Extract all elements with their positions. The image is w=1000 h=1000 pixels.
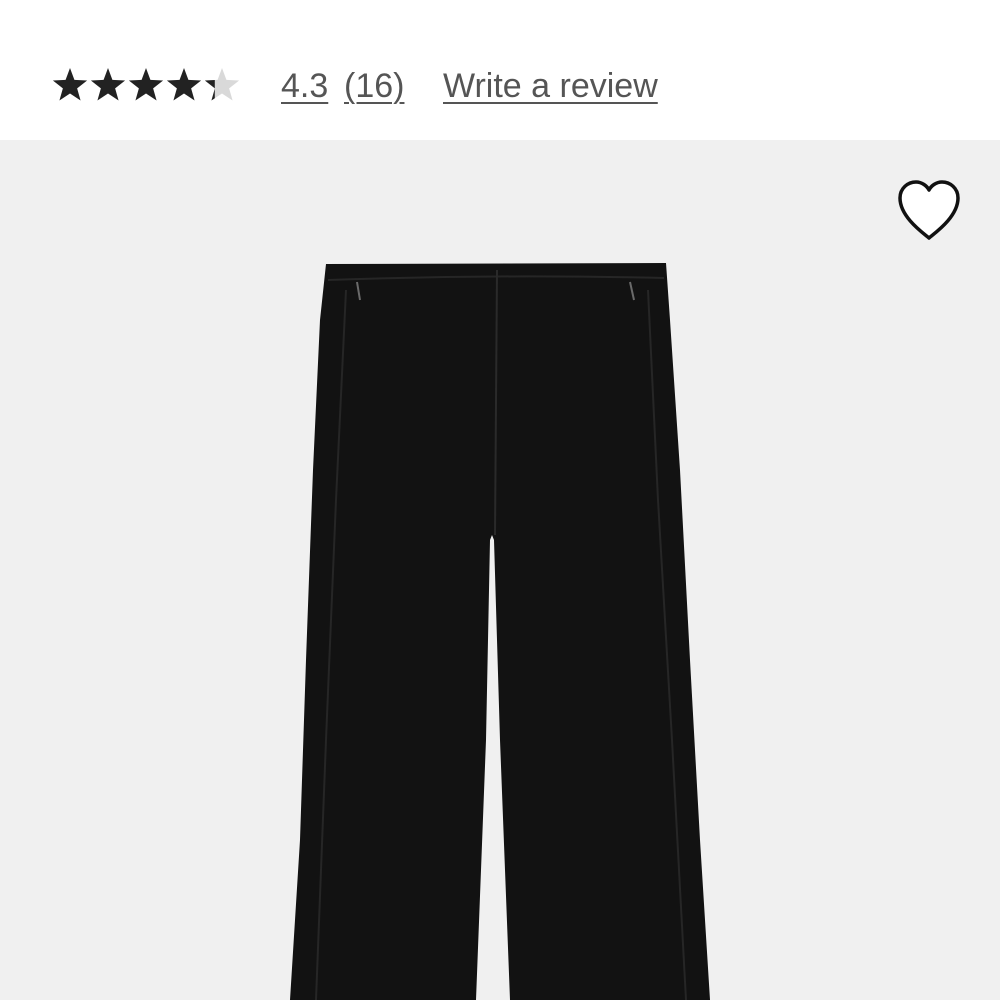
heart-icon (898, 180, 960, 240)
review-count-link[interactable]: (16) (344, 66, 404, 106)
wishlist-button[interactable] (894, 178, 964, 244)
star-icon (166, 68, 202, 101)
star-icon (52, 68, 88, 101)
pants-silhouette (290, 263, 710, 1000)
star-icon (90, 68, 126, 101)
star-rating-graphic (52, 68, 240, 101)
star-rating[interactable] (52, 66, 240, 106)
star-icon (128, 68, 164, 101)
pants-image (290, 263, 710, 1000)
rating-row: 4.3 (16) Write a review (0, 0, 1000, 140)
write-review-link[interactable]: Write a review (443, 66, 658, 106)
product-page: 4.3 (16) Write a review (0, 0, 1000, 1000)
rating-value-link[interactable]: 4.3 (281, 66, 328, 106)
product-image[interactable] (0, 140, 1000, 1000)
